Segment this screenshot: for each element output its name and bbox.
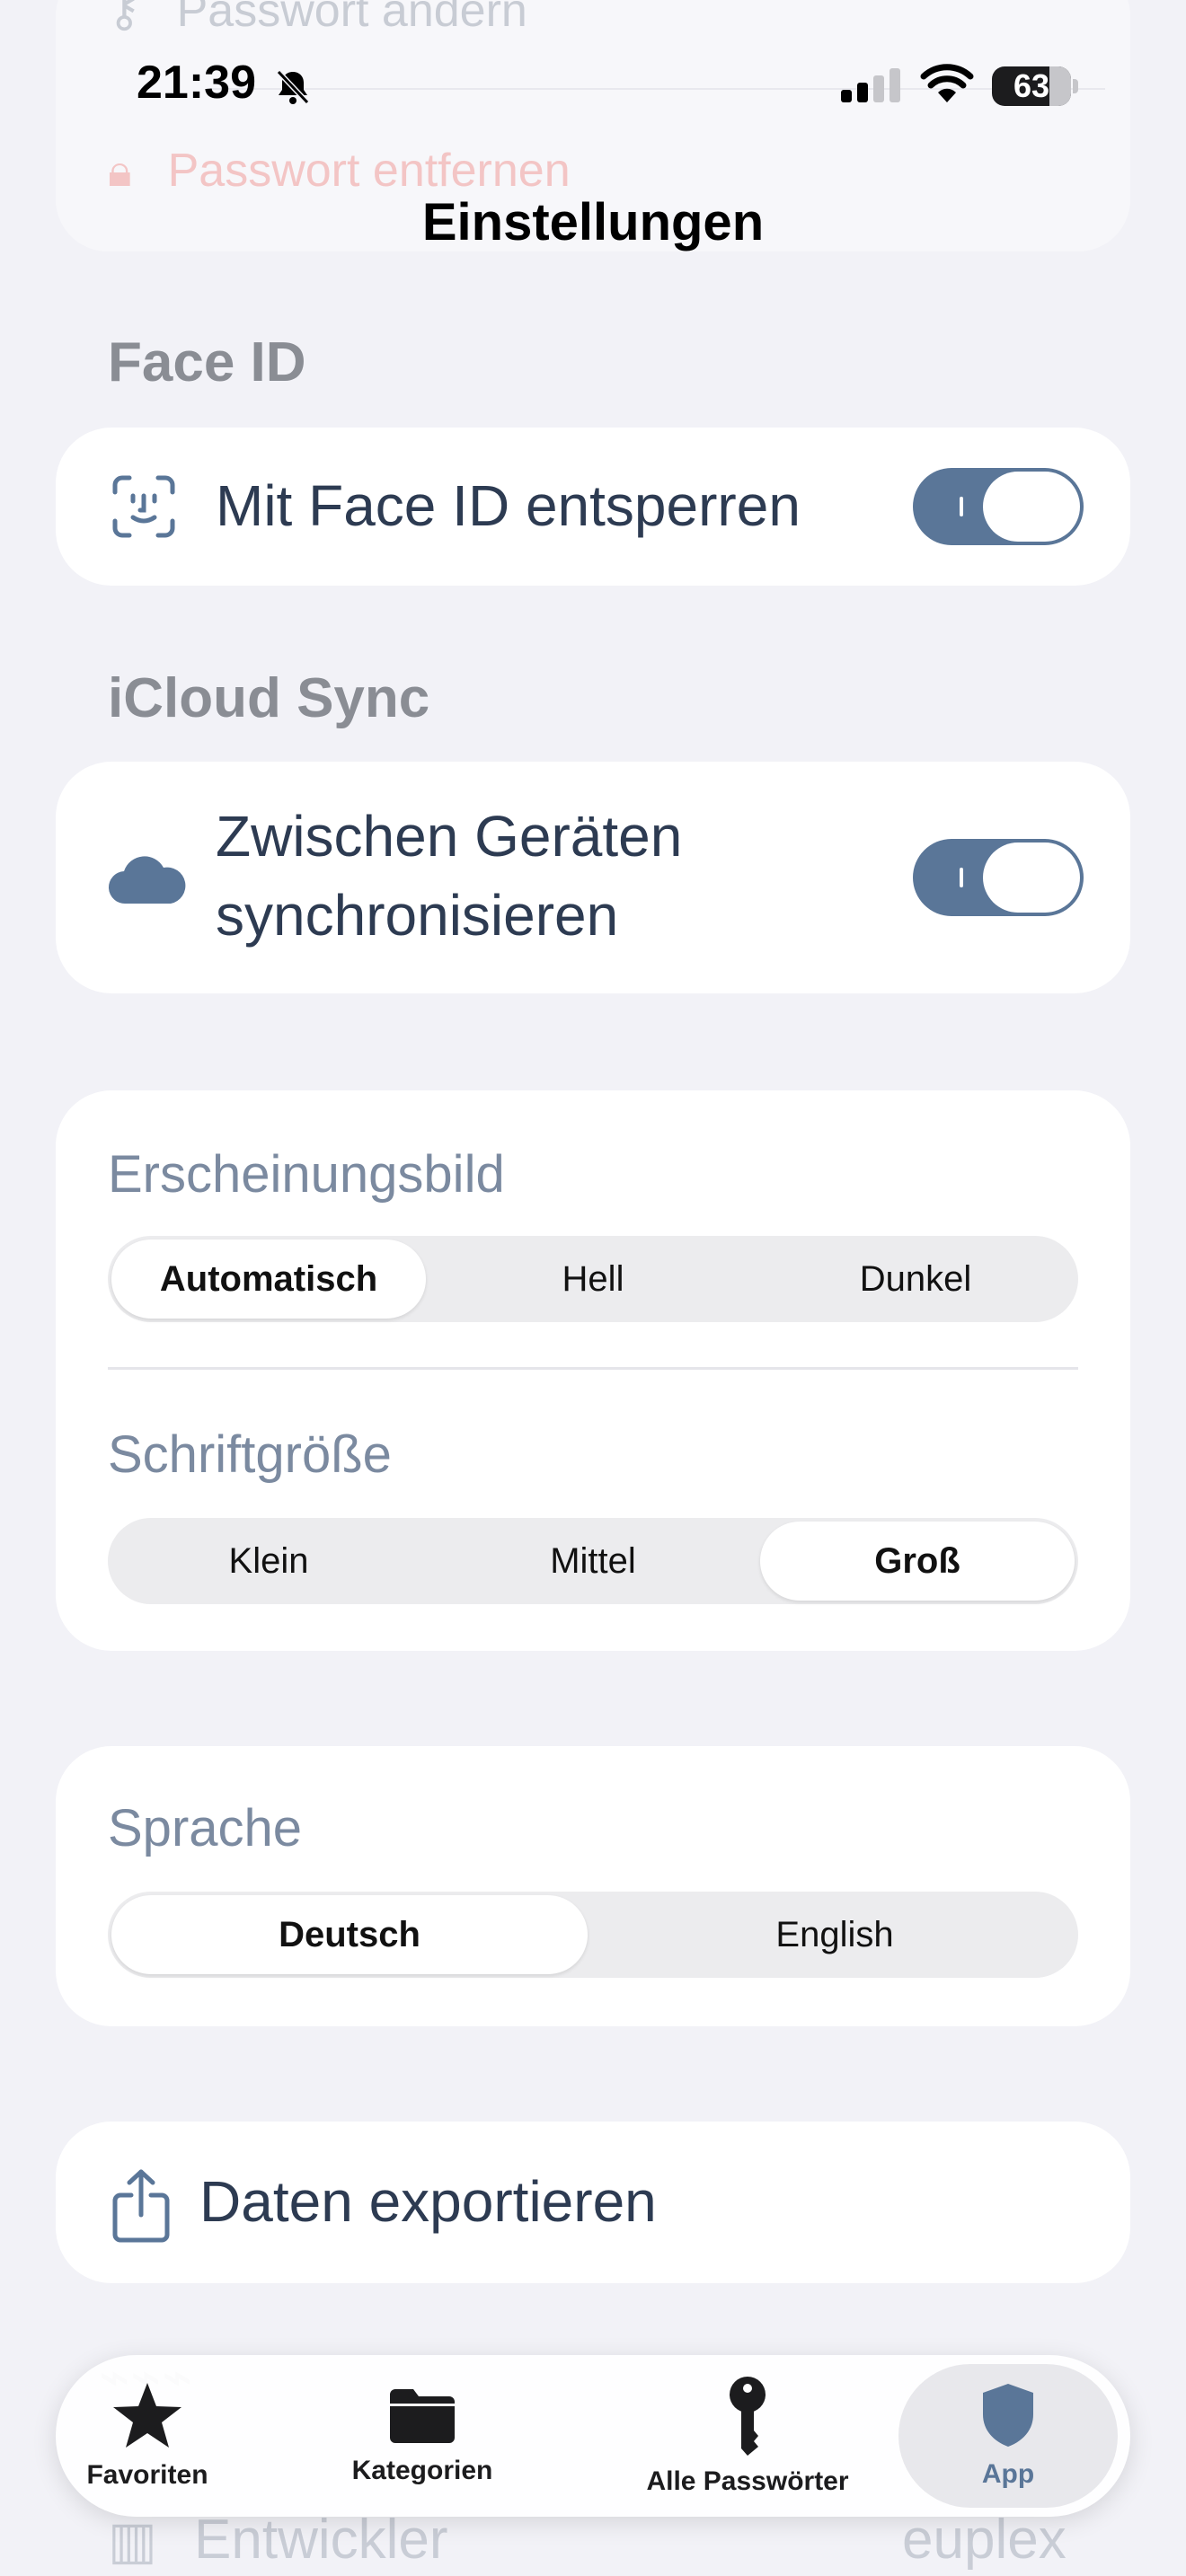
- key-icon: ⚷: [108, 0, 141, 36]
- cellular-signal-icon: [841, 68, 900, 102]
- shield-icon: [983, 2384, 1033, 2447]
- tab-app[interactable]: App: [898, 2364, 1118, 2508]
- section-header-icloud: iCloud Sync: [108, 667, 430, 729]
- lock-icon: 🔒︎: [108, 145, 132, 196]
- tab-favorites[interactable]: Favoriten: [83, 2355, 212, 2517]
- divider: [108, 1367, 1078, 1370]
- icloud-label-line2: synchronisieren: [216, 883, 619, 948]
- language-card: [56, 1746, 1130, 2026]
- segment-light[interactable]: Hell: [433, 1239, 753, 1319]
- background-row-change-password: ⚷ Passwort ändern: [108, 0, 527, 38]
- segment-small[interactable]: Klein: [111, 1522, 426, 1601]
- background-row-developer: ▥ Entwickler: [108, 2509, 448, 2571]
- icloud-card: Zwischen Geräten synchronisieren: [56, 762, 1130, 993]
- tab-bar: Favoriten Kategorien Alle Passwörter App: [56, 2355, 1130, 2517]
- bell-slash-icon: [276, 69, 310, 105]
- language-label: Sprache: [108, 1799, 303, 1857]
- language-segmented-control: Deutsch English: [108, 1892, 1078, 1978]
- face-id-toggle[interactable]: [913, 468, 1084, 545]
- font-size-label: Schriftgröße: [108, 1425, 392, 1484]
- section-header-face-id: Face ID: [108, 331, 306, 393]
- export-data-button[interactable]: Daten exportieren: [56, 2122, 1130, 2283]
- share-icon: [112, 2169, 170, 2243]
- face-id-label: Mit Face ID entsperren: [216, 473, 801, 538]
- folder-icon: [390, 2389, 455, 2443]
- key-icon: [730, 2377, 766, 2456]
- status-time: 21:39: [137, 57, 256, 109]
- tab-all-passwords[interactable]: Alle Passwörter: [613, 2355, 882, 2517]
- face-id-icon: [112, 475, 175, 538]
- page-title: Einstellungen: [421, 193, 765, 251]
- star-icon: [113, 2383, 181, 2448]
- battery-indicator: 63: [992, 66, 1071, 106]
- appearance-label: Erscheinungsbild: [108, 1145, 505, 1204]
- appearance-segmented-control: Automatisch Hell Dunkel: [108, 1236, 1078, 1322]
- segment-medium[interactable]: Mittel: [433, 1522, 753, 1601]
- segment-automatic[interactable]: Automatisch: [111, 1239, 426, 1319]
- face-id-card: Mit Face ID entsperren: [56, 428, 1130, 586]
- battery-tip: [1073, 79, 1078, 93]
- wifi-icon: [920, 64, 974, 102]
- segment-dark[interactable]: Dunkel: [757, 1239, 1075, 1319]
- font-size-segmented-control: Klein Mittel Groß: [108, 1518, 1078, 1604]
- icloud-toggle[interactable]: [913, 839, 1084, 916]
- icloud-label-line1: Zwischen Geräten: [216, 804, 683, 869]
- background-row-remove-password: 🔒︎ Passwort entfernen: [108, 145, 571, 197]
- segment-english[interactable]: English: [595, 1895, 1075, 1974]
- segment-german[interactable]: Deutsch: [111, 1895, 588, 1974]
- building-icon: ▥: [108, 2511, 157, 2570]
- background-row-developer-value: euplex: [902, 2509, 1067, 2571]
- segment-large[interactable]: Groß: [760, 1522, 1075, 1601]
- cloud-icon: [108, 856, 186, 904]
- export-data-label: Daten exportieren: [199, 2169, 657, 2234]
- tab-categories[interactable]: Kategorien: [343, 2355, 501, 2517]
